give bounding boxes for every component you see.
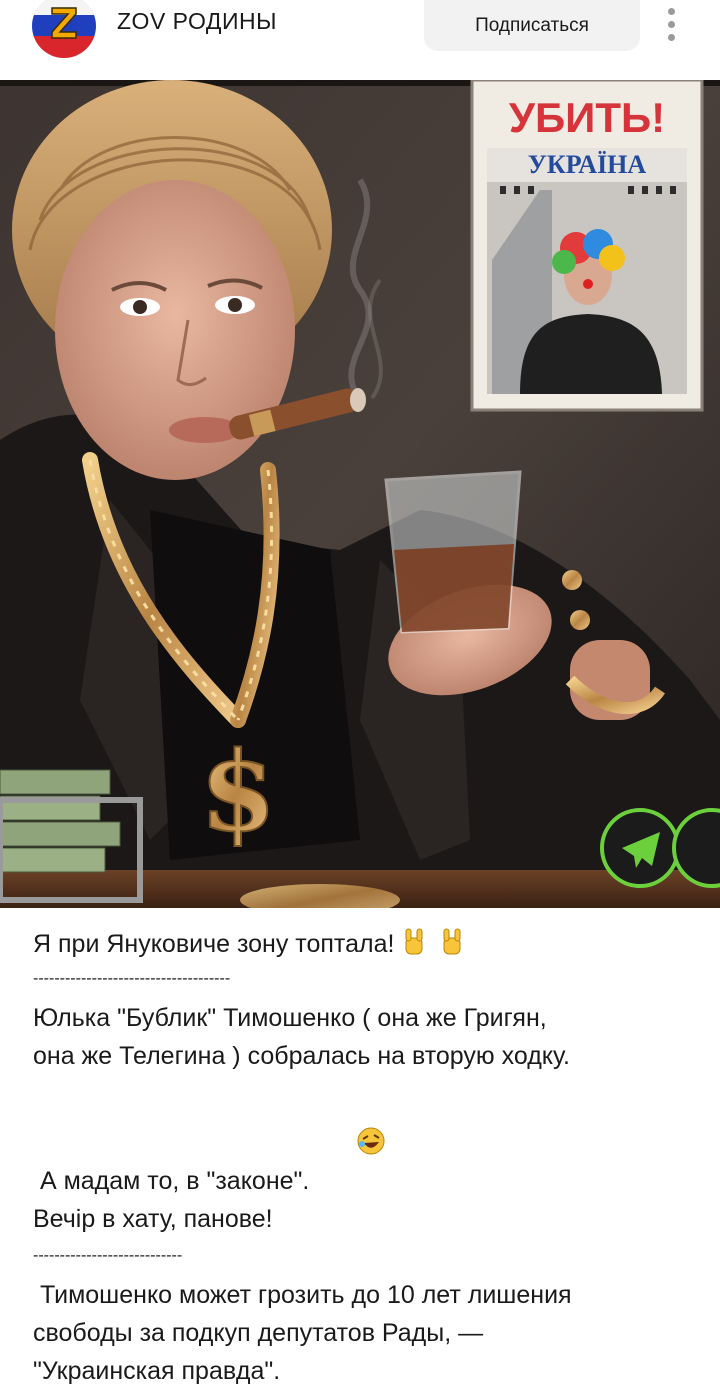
rolling-laughing-emoji xyxy=(315,1089,385,1155)
post-illustration: УБИТЬ! УКРАЇНА $ xyxy=(0,80,720,908)
more-options-icon[interactable] xyxy=(660,6,684,44)
z-letter-icon xyxy=(51,7,77,39)
post-line: Я при Януковиче зону топтала! xyxy=(33,925,703,963)
post-image[interactable]: УБИТЬ! УКРАЇНА $ xyxy=(0,80,720,908)
separator: ---------------------------- xyxy=(33,1247,183,1264)
separator: ------------------------------------- xyxy=(33,970,231,987)
post-line: А мадам то, в "законе". xyxy=(33,1089,703,1200)
wanted-poster: УБИТЬ! УКРАЇНА xyxy=(470,80,704,412)
channel-avatar[interactable] xyxy=(32,0,96,58)
rock-hand-emoji xyxy=(400,928,428,956)
telegram-icon xyxy=(600,808,720,888)
poster-title: УБИТЬ! xyxy=(509,94,665,141)
post-line: она же Телегина ) собралась на вторую хо… xyxy=(33,1042,570,1070)
post-text: Я при Януковиче зону топтала! ----------… xyxy=(33,925,703,1390)
post-header: ZOV РОДИНЫ Подписаться xyxy=(0,0,720,80)
channel-name[interactable]: ZOV РОДИНЫ xyxy=(117,8,277,35)
post-line: Вечір в хату, панове! xyxy=(33,1205,273,1233)
post-line: Тимошенко может грозить до 10 лет лишени… xyxy=(33,1281,572,1309)
dollar-pendant: $ xyxy=(200,727,277,856)
rock-hand-emoji xyxy=(438,928,466,956)
post-line: "Украинская правда". xyxy=(33,1357,281,1385)
poster-subtitle: УКРАЇНА xyxy=(528,150,647,179)
post-line-1: Я при Януковиче зону топтала! xyxy=(33,930,395,958)
post-line-para2: А мадам то, в "законе". xyxy=(33,1167,310,1195)
subscribe-button[interactable]: Подписаться xyxy=(424,0,640,51)
whiskey-glass xyxy=(384,470,522,634)
post-line: свободы за подкуп депутатов Рады, — xyxy=(33,1319,484,1347)
post-line: Юлька "Бублик" Тимошенко ( она же Григян… xyxy=(33,1004,547,1032)
